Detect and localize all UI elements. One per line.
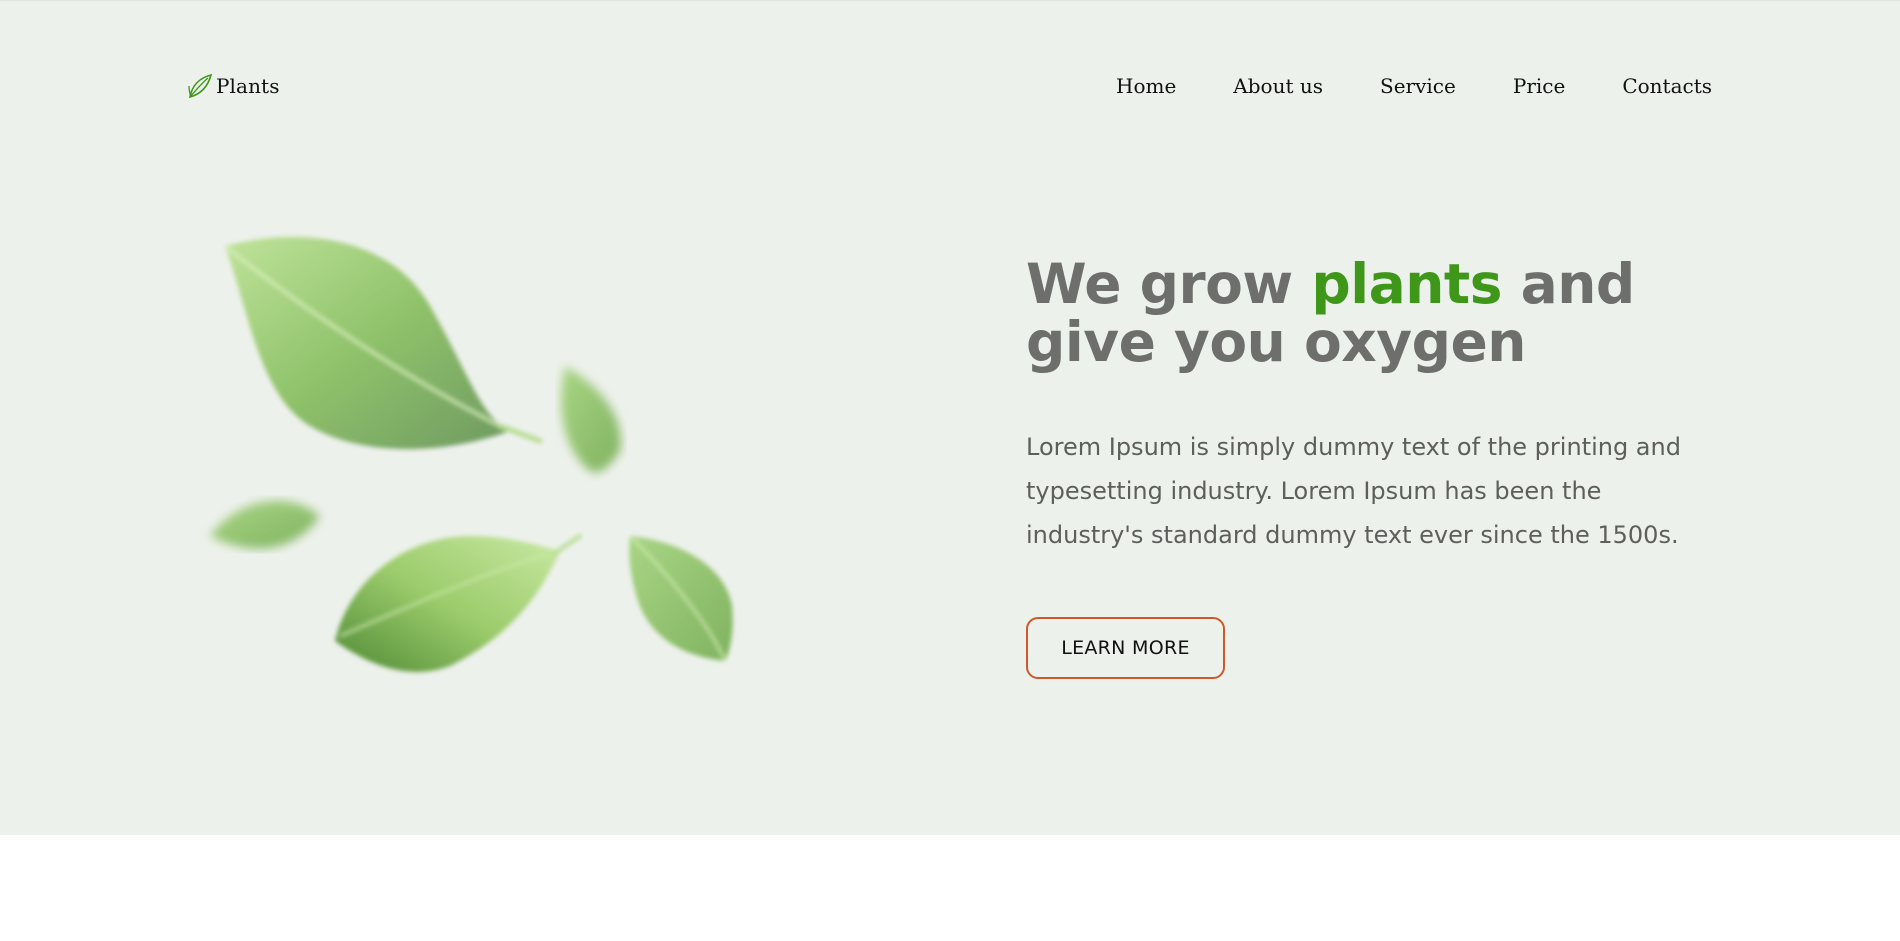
brand-logo[interactable]: Plants: [186, 71, 280, 101]
falling-leaves-illustration: [210, 236, 733, 672]
headline-accent: plants: [1311, 252, 1502, 316]
headline-start: We grow: [1026, 252, 1312, 316]
hero-section: Plants Home About us Service Price Conta…: [0, 0, 1900, 835]
nav-item-about-us[interactable]: About us: [1233, 74, 1323, 98]
leaf-lower-center: [335, 534, 582, 672]
leaf-large: [223, 236, 543, 450]
leaf-small-right: [561, 366, 621, 473]
nav-item-contacts[interactable]: Contacts: [1622, 74, 1712, 98]
hero-description: Lorem Ipsum is simply dummy text of the …: [1026, 433, 1681, 549]
learn-more-button[interactable]: LEARN MORE: [1026, 617, 1225, 679]
main-nav: Home About us Service Price Contacts: [1116, 73, 1712, 99]
nav-item-service[interactable]: Service: [1380, 74, 1456, 98]
hero-headline: We grow plants and give you oxygen: [1026, 255, 1746, 371]
leaf-lower-right: [629, 536, 733, 662]
leaf-icon: [188, 73, 213, 99]
brand-name: Plants: [216, 74, 280, 98]
nav-item-price[interactable]: Price: [1513, 74, 1565, 98]
nav-item-home[interactable]: Home: [1116, 74, 1176, 98]
leaf-small-left: [210, 500, 320, 549]
